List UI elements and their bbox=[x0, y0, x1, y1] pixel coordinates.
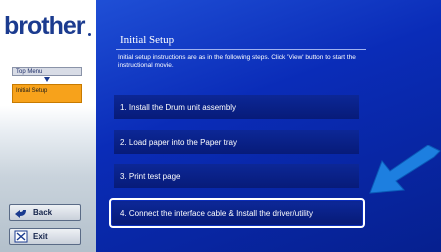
back-button-label: Back bbox=[33, 208, 53, 217]
exit-button-label: Exit bbox=[33, 232, 48, 241]
intro-text: Initial setup instructions are as in the… bbox=[118, 54, 356, 69]
initial-setup-menu-item[interactable]: Initial Setup bbox=[12, 84, 82, 103]
pointer-arrow-icon bbox=[369, 145, 441, 194]
exit-icon bbox=[14, 230, 28, 243]
title-divider bbox=[116, 49, 366, 50]
main-panel: Initial Setup Initial setup instructions… bbox=[96, 0, 441, 252]
logo-dot bbox=[88, 33, 91, 36]
down-arrow-icon bbox=[44, 77, 50, 82]
step-3-button[interactable]: 3. Print test page bbox=[114, 164, 359, 188]
step-1-button[interactable]: 1. Install the Drum unit assembly bbox=[114, 95, 359, 119]
page-title: Initial Setup bbox=[120, 34, 175, 46]
left-sidebar: brother Top Menu Initial Setup Back Exit bbox=[0, 0, 96, 252]
back-arrow-icon bbox=[14, 207, 28, 219]
step-4-button[interactable]: 4. Connect the interface cable & Install… bbox=[109, 198, 365, 228]
step-2-button[interactable]: 2. Load paper into the Paper tray bbox=[114, 130, 359, 154]
brother-logo: brother bbox=[4, 12, 85, 40]
back-button[interactable]: Back bbox=[9, 204, 81, 221]
step-4-label: 4. Connect the interface cable & Install… bbox=[114, 203, 360, 223]
exit-button[interactable]: Exit bbox=[9, 228, 81, 245]
top-menu-link[interactable]: Top Menu bbox=[12, 67, 82, 76]
